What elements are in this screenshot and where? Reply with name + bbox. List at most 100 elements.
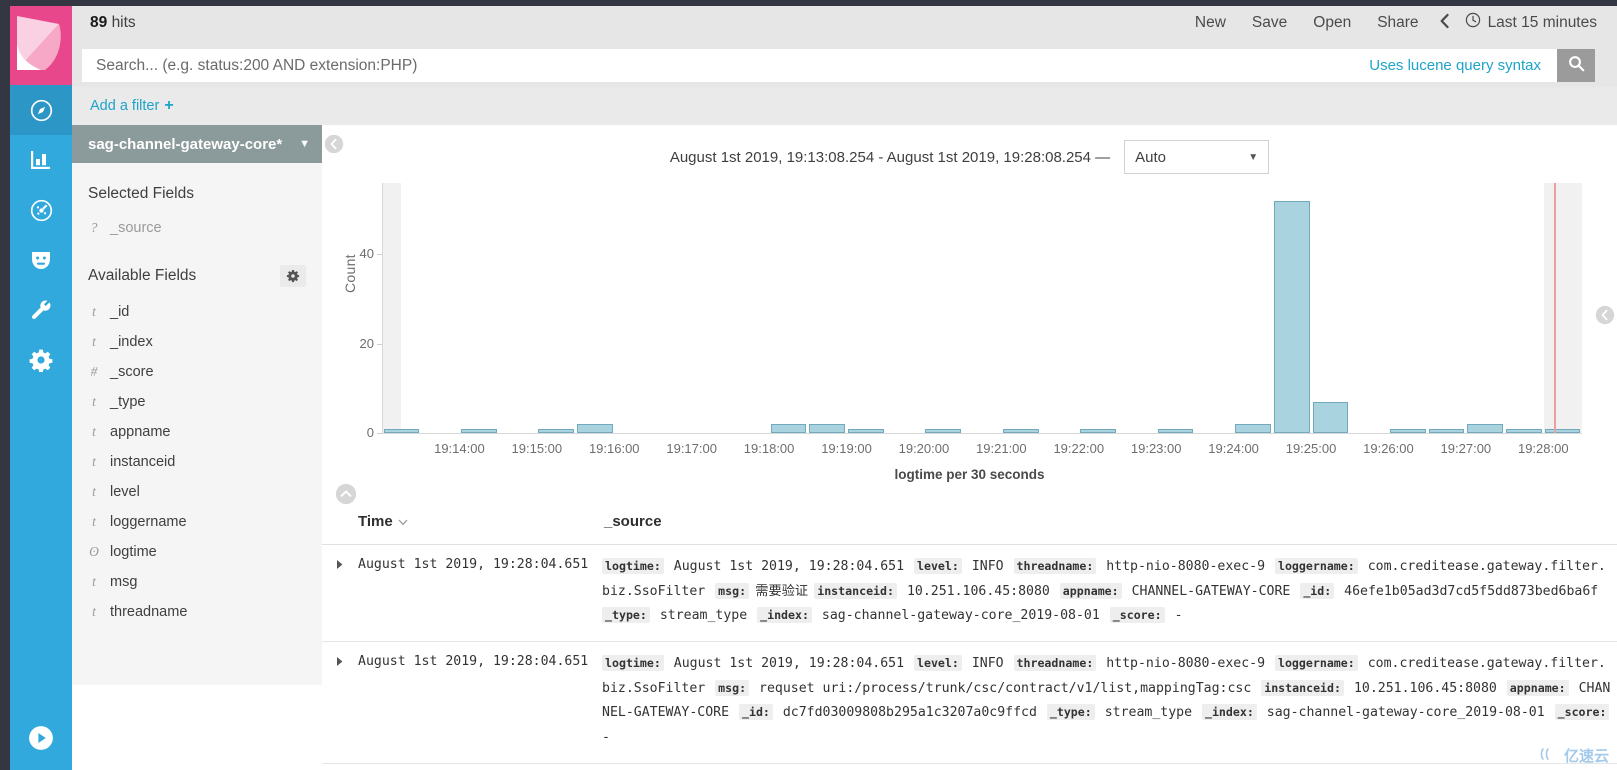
compass-icon	[29, 98, 54, 123]
field-name: _id	[110, 304, 130, 320]
field-item-threadname[interactable]: t threadname	[72, 597, 322, 627]
table-row[interactable]: August 1st 2019, 19:28:04.651logtime: Au…	[322, 764, 1617, 770]
doc-field-key: logtime:	[602, 558, 664, 574]
chart-x-tick: 19:26:00	[1363, 441, 1414, 456]
field-item-instanceid[interactable]: t instanceid	[72, 447, 322, 477]
field-name: level	[110, 484, 140, 500]
field-item-type[interactable]: t _type	[72, 387, 322, 417]
top-dark-strip	[72, 0, 1617, 6]
column-header-source[interactable]: _source	[602, 513, 662, 530]
sidebar-item-dashboard[interactable]	[10, 185, 72, 235]
field-settings-button[interactable]	[280, 265, 306, 287]
hits-count: 89	[90, 13, 108, 31]
table-row[interactable]: August 1st 2019, 19:28:04.651logtime: Au…	[322, 545, 1617, 643]
field-item-id[interactable]: t _id	[72, 297, 322, 327]
column-header-time[interactable]: Time	[322, 513, 602, 530]
field-type-icon: ʘ	[89, 544, 99, 559]
sidebar-item-discover[interactable]	[10, 85, 72, 135]
chart-bar[interactable]	[1312, 401, 1349, 433]
sidebar-item-visualize[interactable]	[10, 135, 72, 185]
doc-field-key: _type:	[1046, 704, 1095, 721]
index-pattern-selector[interactable]: sag-channel-gateway-core* ▼	[72, 125, 322, 163]
doc-field-value: requset uri:/process/trunk/csc/contract/…	[751, 680, 1260, 696]
hits-label: hits	[111, 13, 136, 31]
filter-bar: Add a filter +	[72, 87, 1617, 125]
available-fields-header: Available Fields	[72, 243, 322, 297]
chart-x-tick: 19:14:00	[434, 441, 485, 456]
chart-x-tick: 19:23:00	[1130, 441, 1182, 456]
search-input[interactable]	[82, 49, 1370, 82]
nav-collapse-button[interactable]	[10, 718, 72, 762]
chart-y-axis-line	[382, 183, 383, 433]
interval-select[interactable]: Auto ▼	[1124, 140, 1270, 174]
collapse-chart-button[interactable]	[335, 483, 357, 505]
interval-value: Auto	[1135, 148, 1167, 166]
field-type-icon: ?	[90, 220, 98, 235]
open-button[interactable]: Open	[1300, 14, 1364, 32]
chart-bar[interactable]	[770, 424, 807, 433]
chart-bar[interactable]	[1235, 424, 1271, 433]
lucene-syntax-link[interactable]: Uses lucene query syntax	[1369, 49, 1557, 82]
chart-bar[interactable]	[1467, 424, 1504, 433]
chart-x-tick: 19:24:00	[1208, 441, 1259, 456]
doc-field-key: instanceid:	[814, 582, 897, 599]
sidebar-item-dev-tools[interactable]	[10, 285, 72, 335]
chart-x-axis-line	[382, 433, 1582, 434]
selected-fields-title: Selected Fields	[88, 185, 194, 202]
time-picker-button[interactable]: Last 15 minutes	[1463, 12, 1597, 33]
field-item-appname[interactable]: t appname	[72, 417, 322, 447]
field-item-source[interactable]: ? _source	[72, 213, 322, 243]
save-button[interactable]: Save	[1239, 14, 1300, 32]
chart-x-tick: 19:19:00	[821, 441, 872, 456]
doc-field-value: INFO	[963, 559, 1012, 574]
kibana-discover-page: 89 hits New Save Open Share Last 15 minu…	[0, 0, 1617, 770]
chevron-left-icon[interactable]	[1432, 13, 1463, 32]
chart-x-axis-label: logtime per 30 seconds	[894, 467, 1045, 482]
field-item-index[interactable]: t _index	[72, 327, 322, 357]
clock-icon	[1465, 12, 1481, 33]
field-item-msg[interactable]: t msg	[72, 567, 322, 597]
collapse-right-button[interactable]	[1595, 305, 1615, 325]
chart-x-tick: 19:21:00	[976, 441, 1027, 456]
add-filter-button[interactable]: Add a filter +	[90, 97, 174, 115]
share-button[interactable]: Share	[1364, 14, 1431, 32]
doc-field-key: logtime:	[602, 655, 664, 672]
doc-field-key: msg:	[715, 582, 750, 599]
wrench-icon	[29, 298, 53, 322]
gear-icon	[29, 348, 53, 372]
collapse-sidebar-button[interactable]	[324, 134, 344, 154]
doc-field-value: sag-channel-gateway-core_2019-08-01	[813, 608, 1108, 624]
field-item-level[interactable]: t level	[72, 477, 322, 507]
available-fields-list: t _id t _index # _score t _type t appname t instanc…	[72, 297, 322, 627]
field-item-loggername[interactable]: t loggername	[72, 507, 322, 537]
watermark: 亿速云	[1540, 745, 1609, 766]
doc-field-value: August 1st 2019, 19:28:04.651	[665, 656, 912, 672]
new-button[interactable]: New	[1182, 14, 1239, 32]
chart-plot-area	[382, 183, 1582, 433]
chevron-down-icon: ▼	[299, 138, 310, 150]
histogram-chart[interactable]: Count 0 20 40 19:14:00 19:15:00 19:16:00 19:1…	[322, 175, 1617, 485]
search-button[interactable]	[1557, 49, 1595, 82]
doc-field-value: dc7fd03009808b295a1c3207a0c9ffcd	[774, 705, 1045, 721]
caret-right-icon[interactable]	[322, 652, 358, 751]
doc-field-key: threadname:	[1013, 655, 1097, 672]
table-row[interactable]: August 1st 2019, 19:28:04.651logtime: Au…	[322, 642, 1617, 764]
doc-field-key: level:	[913, 655, 962, 672]
chart-x-tick: 19:17:00	[666, 441, 717, 456]
chart-x-tick: 19:25:00	[1285, 441, 1337, 456]
index-pattern-label: sag-channel-gateway-core*	[88, 135, 283, 153]
field-item-score[interactable]: # _score	[72, 357, 322, 387]
chart-bar[interactable]	[577, 424, 613, 433]
doc-field-key: threadname:	[1013, 558, 1097, 574]
sidebar-item-management[interactable]	[10, 335, 72, 385]
chart-bar[interactable]	[1273, 200, 1310, 433]
field-item-logtime[interactable]: ʘ logtime	[72, 537, 322, 567]
chart-bar[interactable]	[809, 424, 845, 433]
field-name: threadname	[110, 604, 188, 620]
caret-right-icon[interactable]	[322, 555, 358, 629]
sidebar-item-timelion[interactable]	[10, 235, 72, 285]
add-filter-label: Add a filter	[90, 98, 160, 114]
kibana-logo[interactable]	[10, 0, 72, 85]
chart-x-tick: 19:16:00	[588, 441, 640, 456]
doc-field-key: _score:	[1109, 607, 1165, 624]
